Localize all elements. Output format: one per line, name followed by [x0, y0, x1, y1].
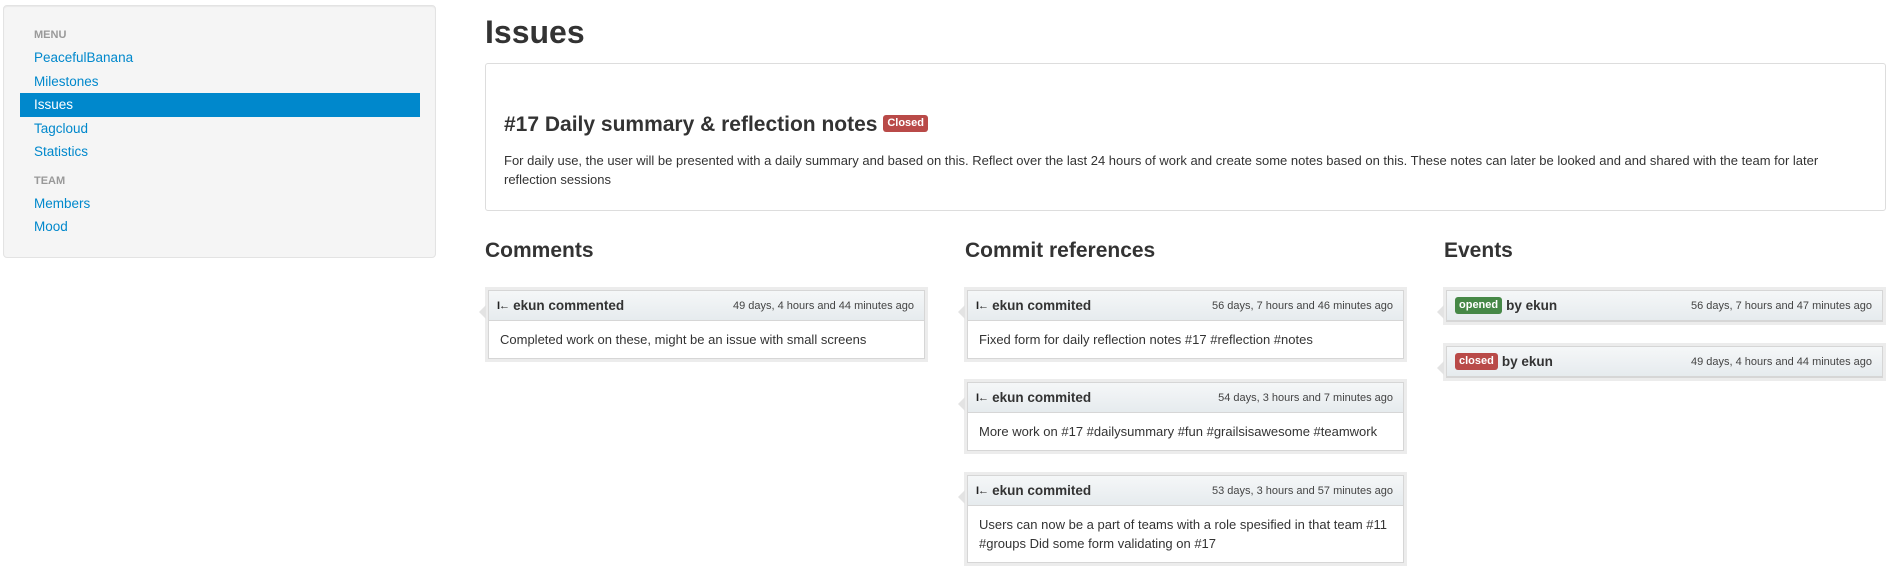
event-card: closed by ekun 49 days, 4 hours and 44 m… [1437, 346, 1883, 378]
event-actor: by ekun [1501, 353, 1553, 369]
sidebar-item-issues[interactable]: Issues [20, 93, 420, 117]
event-card: opened by ekun 56 days, 7 hours and 47 m… [1437, 290, 1883, 322]
event-badge-closed: closed [1455, 353, 1498, 370]
comments-title: Comments [485, 239, 594, 262]
event-badge-opened: opened [1455, 297, 1503, 314]
commit-author: ekun commited [992, 297, 1092, 313]
commit-message[interactable]: Fixed form for daily reflection notes #1… [968, 321, 1403, 358]
commit-time: 56 days, 7 hours and 46 minutes ago [1211, 299, 1393, 312]
page-title: Issues [485, 14, 585, 50]
event-header: closed by ekun 49 days, 4 hours and 44 m… [1447, 347, 1882, 377]
nav-header-menu: MENU [34, 29, 67, 41]
commit-author: ekun commited [992, 389, 1092, 405]
commit-message[interactable]: Users can now be a part of teams with a … [968, 506, 1403, 562]
commit-card: I← ekun commited 56 days, 7 hours and 46… [958, 290, 1404, 359]
sidebar-item-mood[interactable]: Mood [20, 215, 420, 239]
history-icon: I← [976, 484, 989, 497]
commit-header: I← ekun commited 56 days, 7 hours and 46… [968, 291, 1403, 321]
comment-time: 49 days, 4 hours and 44 minutes ago [732, 299, 914, 312]
commits-title: Commit references [965, 239, 1156, 262]
comment-body: Completed work on these, might be an iss… [489, 321, 924, 358]
commit-header: I← ekun commited 53 days, 3 hours and 57… [968, 476, 1403, 506]
sidebar-nav: MENU PeacefulBanana Milestones Issues Ta… [3, 5, 436, 258]
history-icon: I← [976, 299, 989, 312]
commit-card: I← ekun commited 54 days, 3 hours and 7 … [958, 382, 1404, 451]
comment-header: I← ekun commented 49 days, 4 hours and 4… [489, 291, 924, 321]
commit-card: I← ekun commited 53 days, 3 hours and 57… [958, 475, 1404, 563]
sidebar-item-peacefulbanana[interactable]: PeacefulBanana [20, 46, 420, 70]
sidebar-item-members[interactable]: Members [20, 192, 420, 216]
status-badge: Closed [883, 114, 929, 132]
commit-author: ekun commited [992, 482, 1092, 498]
issue-title-text: #17 Daily summary & reflection notes [504, 113, 878, 136]
event-time: 49 days, 4 hours and 44 minutes ago [1690, 355, 1872, 368]
sidebar-item-tagcloud[interactable]: Tagcloud [20, 117, 420, 141]
commit-time: 54 days, 3 hours and 7 minutes ago [1218, 391, 1393, 404]
event-actor: by ekun [1506, 297, 1558, 313]
commit-time: 53 days, 3 hours and 57 minutes ago [1211, 484, 1393, 497]
sidebar-item-statistics[interactable]: Statistics [20, 140, 420, 164]
events-title: Events [1444, 239, 1513, 262]
nav-header-team: TEAM [34, 174, 66, 187]
issue-detail: #17 Daily summary & reflection notes Clo… [485, 63, 1886, 211]
event-time: 56 days, 7 hours and 47 minutes ago [1690, 299, 1872, 312]
sidebar-item-milestones[interactable]: Milestones [20, 70, 420, 94]
comment-author: ekun commented [513, 297, 625, 313]
commit-message[interactable]: More work on #17 #dailysummary #fun #gra… [968, 413, 1403, 450]
event-header: opened by ekun 56 days, 7 hours and 47 m… [1447, 291, 1882, 321]
issue-title: #17 Daily summary & reflection notes Clo… [504, 112, 1867, 138]
comment-card: I← ekun commented 49 days, 4 hours and 4… [479, 290, 925, 359]
history-icon: I← [497, 299, 510, 312]
history-icon: I← [976, 391, 989, 404]
commit-header: I← ekun commited 54 days, 3 hours and 7 … [968, 383, 1403, 413]
issue-description: For daily use, the user will be presente… [504, 153, 1819, 187]
